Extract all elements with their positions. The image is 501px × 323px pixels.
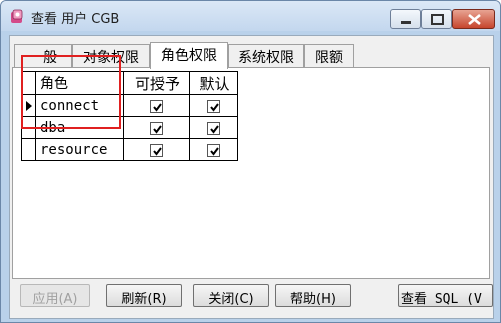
window-title: 查看 用户 CGB	[31, 12, 120, 27]
dialog-body: 一般 对象权限 角色权限 系统权限 限额 角色 可授予 默认 connect d…	[9, 35, 494, 319]
default-checkbox[interactable]	[207, 122, 220, 135]
row-indicator	[21, 94, 36, 117]
column-header-grantable[interactable]: 可授予	[123, 71, 190, 95]
roles-grid: 角色 可授予 默认 connect dba resource	[21, 71, 238, 161]
tab-object-privileges[interactable]: 对象权限	[72, 44, 150, 68]
check-icon	[153, 125, 162, 134]
dialog-window: 查看 用户 CGB 一般 对象权限 角色权限 系统权限 限额 角色 可授予 默认…	[0, 0, 501, 323]
role-name-cell[interactable]: resource	[35, 138, 124, 161]
row-indicator-header	[21, 71, 36, 95]
check-icon	[210, 147, 219, 156]
check-icon	[153, 147, 162, 156]
role-name-cell[interactable]: dba	[35, 116, 124, 139]
minimize-icon	[401, 21, 411, 24]
row-indicator	[21, 138, 36, 161]
tab-general[interactable]: 一般	[14, 44, 72, 68]
tab-quotas[interactable]: 限额	[304, 44, 354, 68]
check-icon	[210, 125, 219, 134]
column-header-default[interactable]: 默认	[189, 71, 238, 95]
help-button[interactable]: 帮助(H)	[275, 284, 351, 307]
default-checkbox[interactable]	[207, 100, 220, 113]
tab-strip: 一般 对象权限 角色权限 系统权限 限额	[10, 42, 495, 69]
view-sql-button[interactable]: 查看 SQL (V	[398, 284, 493, 307]
tab-system-privileges[interactable]: 系统权限	[228, 44, 304, 68]
grantable-checkbox[interactable]	[150, 122, 163, 135]
role-name-cell[interactable]: connect	[35, 94, 124, 117]
grantable-checkbox[interactable]	[150, 144, 163, 157]
refresh-button[interactable]: 刷新(R)	[106, 284, 182, 307]
column-header-role[interactable]: 角色	[35, 71, 124, 95]
maximize-button[interactable]	[421, 9, 452, 29]
maximize-icon	[431, 14, 444, 25]
row-indicator	[21, 116, 36, 139]
close-window-button[interactable]	[452, 9, 495, 29]
minimize-button[interactable]	[390, 9, 421, 29]
table-row[interactable]: connect	[21, 94, 238, 117]
default-checkbox[interactable]	[207, 144, 220, 157]
role-privileges-panel: 角色 可授予 默认 connect dba resource	[12, 67, 490, 279]
grid-header-row: 角色 可授予 默认	[21, 71, 238, 95]
tab-role-privileges[interactable]: 角色权限	[150, 42, 228, 69]
current-row-arrow-icon	[26, 100, 32, 111]
apply-button[interactable]: 应用(A)	[20, 284, 90, 307]
table-row[interactable]: resource	[21, 138, 238, 161]
grantable-checkbox[interactable]	[150, 100, 163, 113]
close-button[interactable]: 关闭(C)	[193, 284, 269, 307]
app-icon	[11, 9, 23, 23]
title-bar[interactable]: 查看 用户 CGB	[1, 1, 500, 31]
close-icon	[468, 13, 481, 26]
check-icon	[210, 103, 219, 112]
table-row[interactable]: dba	[21, 116, 238, 139]
check-icon	[153, 103, 162, 112]
